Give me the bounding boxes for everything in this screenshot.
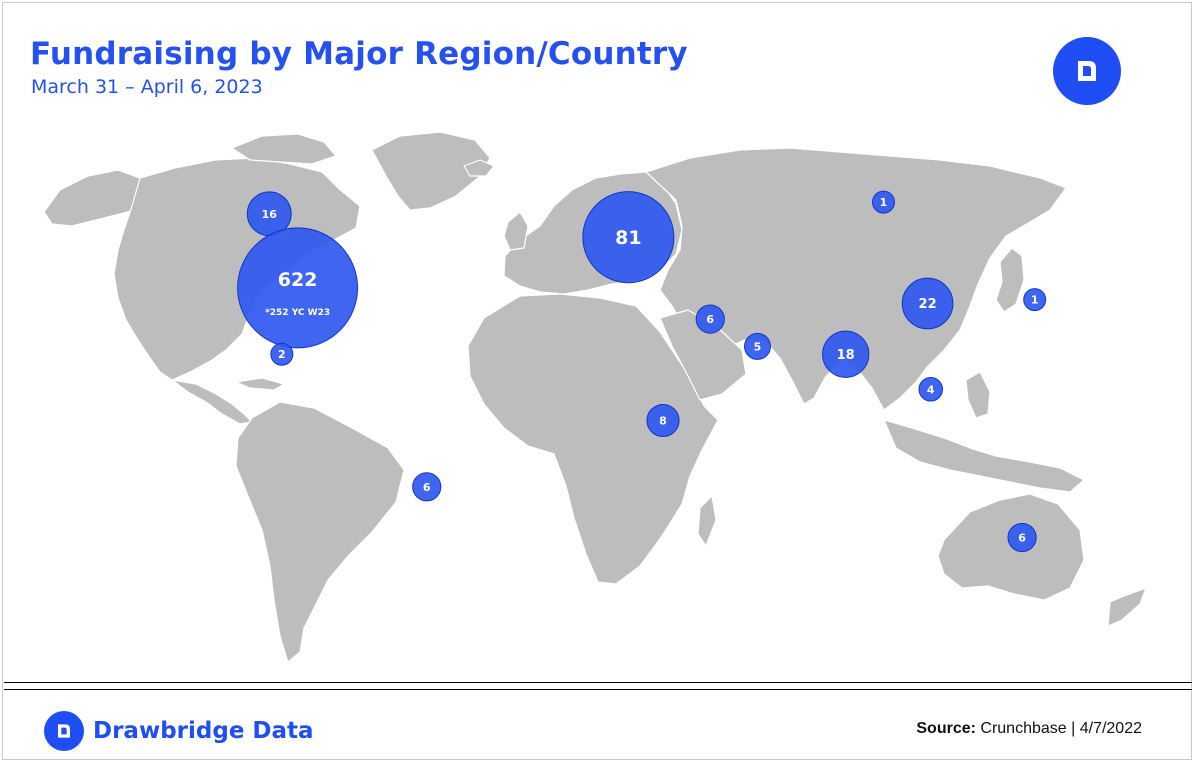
source-label: Source:: [916, 720, 976, 737]
bubble-label-africa: 8: [659, 414, 667, 427]
bubble-label-gulf: 5: [754, 340, 762, 353]
bubble-label-canada: 16: [262, 208, 278, 221]
madagascar-shape: [697, 495, 717, 547]
south-america-shape: [235, 401, 405, 663]
caribbean-shape: [235, 377, 285, 391]
bubble-label-russia: 1: [880, 196, 888, 209]
source-text: Crunchbase | 4/7/2022: [975, 720, 1142, 737]
philippines-shape: [965, 371, 991, 419]
bubble-label-japan: 1: [1031, 294, 1039, 307]
central-america-shape: [171, 379, 253, 425]
japan-shape: [995, 247, 1025, 313]
chart-title: Fundraising by Major Region/Country: [30, 36, 688, 72]
new-zealand-shape: [1107, 587, 1147, 627]
australia-shape: [937, 493, 1085, 601]
footer-divider-top: [4, 682, 1192, 683]
bubble-label-india: 18: [837, 348, 855, 363]
footer-logo-badge: [44, 711, 84, 751]
brand-name: Drawbridge Data: [93, 718, 314, 744]
bubble-label-australia: 6: [1018, 531, 1026, 544]
footer-brand: Drawbridge Data: [44, 711, 314, 751]
drawbridge-logo-icon: [58, 724, 70, 738]
footer-divider-bottom: [4, 689, 1192, 690]
bubble-label-south-america: 6: [423, 481, 431, 494]
header-logo-badge: [1053, 37, 1121, 105]
bubble-label-southeast-asia: 4: [927, 383, 935, 396]
uk-shape: [503, 211, 529, 251]
source-credit: Source: Crunchbase | 4/7/2022: [916, 720, 1142, 738]
bubble-label-europe: 81: [615, 227, 641, 249]
bubble-label-china: 22: [919, 297, 937, 312]
drawbridge-logo-icon: [1078, 61, 1096, 81]
alaska-shape: [43, 169, 143, 227]
bubble-note-united-states: *252 YC W23: [265, 308, 330, 318]
bubble-label-middle-east: 6: [706, 313, 714, 326]
southeast-asia-islands-shape: [883, 419, 1085, 493]
date-range-subtitle: March 31 – April 6, 2023: [31, 76, 263, 98]
world-map: 16622*252 YC W23268186518122416: [43, 131, 1147, 663]
bubble-label-united-states: 622: [278, 269, 318, 291]
bubble-label-mexico: 2: [278, 348, 286, 361]
